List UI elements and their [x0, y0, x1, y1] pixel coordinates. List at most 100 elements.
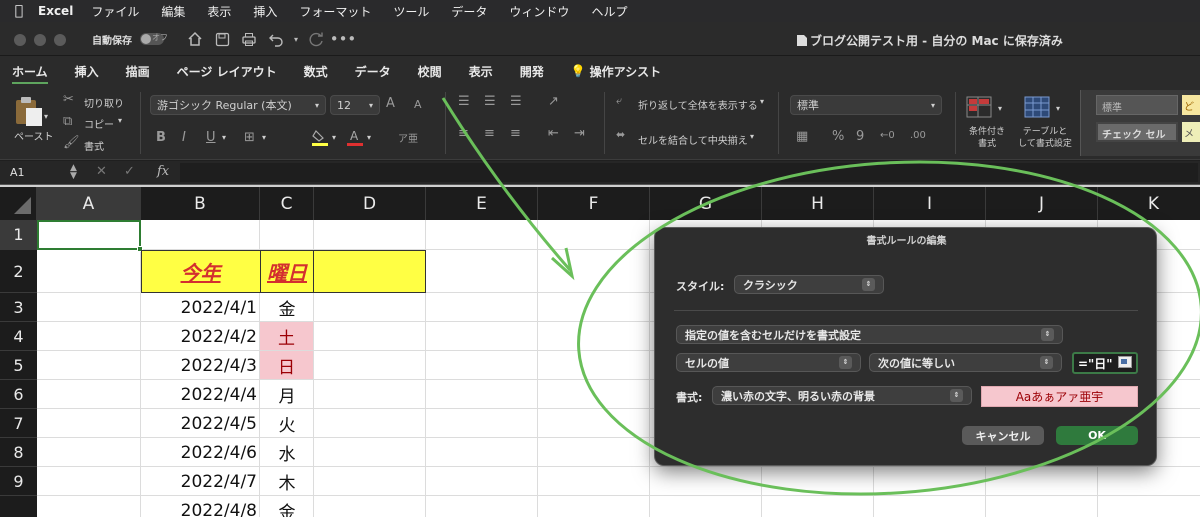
- date-cell[interactable]: 2022/4/7: [141, 467, 257, 496]
- column-header-d[interactable]: D: [314, 187, 426, 220]
- wrap-text-label[interactable]: 折り返して全体を表示する: [638, 97, 758, 112]
- format-as-table-label[interactable]: テーブルと して書式設定: [1014, 126, 1076, 150]
- range-picker-icon[interactable]: [1118, 355, 1132, 371]
- condition-operator-select[interactable]: 次の値に等しい ⇕: [869, 353, 1062, 372]
- minimize-window-button[interactable]: [34, 34, 46, 46]
- row-header-9[interactable]: 9: [0, 467, 37, 496]
- name-box-stepper-icon[interactable]: ▲ ▼: [70, 164, 77, 181]
- row-header-7[interactable]: 7: [0, 409, 37, 438]
- row-header-10[interactable]: [0, 496, 37, 517]
- increase-font-icon[interactable]: A: [386, 96, 395, 111]
- fill-color-chevron-icon[interactable]: ▾: [332, 133, 336, 142]
- enter-formula-icon[interactable]: ✓: [124, 164, 135, 179]
- apple-menu-icon[interactable]: : [0, 3, 38, 19]
- decrease-decimal-icon[interactable]: .00: [910, 130, 926, 141]
- tab-developer[interactable]: 開発: [508, 56, 559, 86]
- tab-page-layout[interactable]: ページ レイアウト: [165, 56, 292, 86]
- zoom-window-button[interactable]: [54, 34, 66, 46]
- conditional-format-chevron-icon[interactable]: ▾: [998, 104, 1002, 113]
- save-icon[interactable]: [211, 28, 233, 50]
- cut-label[interactable]: 切り取り: [84, 95, 124, 110]
- row-header-6[interactable]: 6: [0, 380, 37, 409]
- menu-format[interactable]: フォーマット: [299, 3, 371, 20]
- row-header-8[interactable]: 8: [0, 438, 37, 467]
- menu-data[interactable]: データ: [451, 3, 487, 20]
- tab-formulas[interactable]: 数式: [292, 56, 343, 86]
- column-header-e[interactable]: E: [426, 187, 538, 220]
- style-select[interactable]: クラシック ⇕: [734, 275, 884, 294]
- column-header-j[interactable]: J: [986, 187, 1098, 220]
- tab-data[interactable]: データ: [343, 56, 406, 86]
- decrease-font-icon[interactable]: A: [414, 98, 422, 111]
- day-cell-highlighted[interactable]: 土: [260, 322, 313, 350]
- wrap-text-chevron-icon[interactable]: ▾: [760, 97, 764, 106]
- tab-view[interactable]: 表示: [457, 56, 508, 86]
- date-cell[interactable]: 2022/4/3: [141, 351, 257, 380]
- format-painter-icon[interactable]: 🖌: [63, 135, 80, 150]
- undo-menu-chevron-icon[interactable]: ▾: [285, 28, 307, 50]
- row-header-4[interactable]: 4: [0, 322, 37, 351]
- column-header-b[interactable]: B: [141, 187, 260, 220]
- font-size-select[interactable]: 12 ▾: [330, 95, 380, 115]
- italic-icon[interactable]: I: [182, 130, 186, 145]
- copy-icon[interactable]: ⧉: [63, 114, 72, 129]
- day-cell[interactable]: 水: [260, 438, 314, 466]
- menu-window[interactable]: ウィンドウ: [509, 3, 569, 20]
- tab-review[interactable]: 校閲: [406, 56, 457, 86]
- align-bottom-icon[interactable]: ☰: [510, 94, 522, 109]
- underline-chevron-icon[interactable]: ▾: [222, 133, 226, 142]
- app-menu[interactable]: Excel: [38, 4, 73, 18]
- cancel-button[interactable]: キャンセル: [962, 426, 1044, 445]
- paste-label[interactable]: ペースト: [14, 128, 54, 143]
- font-color-icon[interactable]: A: [346, 128, 364, 146]
- format-select[interactable]: 濃い赤の文字、明るい赤の背景 ⇕: [712, 386, 972, 405]
- format-painter-label[interactable]: 書式: [84, 138, 104, 153]
- day-cell[interactable]: 金: [260, 293, 314, 321]
- wrap-text-icon[interactable]: ⤶: [616, 94, 622, 108]
- column-header-a[interactable]: A: [37, 187, 141, 220]
- insert-function-icon[interactable]: fx: [157, 164, 169, 179]
- phonetic-icon[interactable]: ア亜: [398, 130, 418, 145]
- redo-icon[interactable]: [305, 28, 327, 50]
- merge-center-chevron-icon[interactable]: ▾: [750, 132, 754, 141]
- home-icon[interactable]: [184, 28, 206, 50]
- menu-file[interactable]: ファイル: [91, 3, 139, 20]
- menu-insert[interactable]: 挿入: [253, 3, 277, 20]
- day-cell[interactable]: 月: [260, 380, 314, 408]
- fill-color-icon[interactable]: [311, 128, 329, 146]
- rule-type-select[interactable]: 指定の値を含むセルだけを書式設定 ⇕: [676, 325, 1063, 344]
- row-header-2[interactable]: 2: [0, 250, 37, 293]
- ok-button[interactable]: OK: [1056, 426, 1138, 445]
- style-normal[interactable]: 標準: [1096, 95, 1178, 115]
- comma-style-icon[interactable]: 9: [856, 129, 864, 144]
- tab-tell-me[interactable]: 💡 操作アシスト: [559, 56, 676, 86]
- day-cell[interactable]: 火: [260, 409, 314, 437]
- copy-chevron-icon[interactable]: ▾: [118, 116, 122, 125]
- condition-source-select[interactable]: セルの値 ⇕: [676, 353, 861, 372]
- column-header-h[interactable]: H: [762, 187, 874, 220]
- tab-home[interactable]: ホーム: [0, 56, 63, 86]
- row-header-5[interactable]: 5: [0, 351, 37, 380]
- date-cell[interactable]: 2022/4/5: [141, 409, 257, 438]
- tab-draw[interactable]: 描画: [114, 56, 165, 86]
- day-cell[interactable]: 木: [260, 467, 314, 495]
- number-format-select[interactable]: 標準 ▾: [790, 95, 942, 115]
- tab-insert[interactable]: 挿入: [63, 56, 114, 86]
- column-header-f[interactable]: F: [538, 187, 650, 220]
- merge-icon[interactable]: ⬌: [616, 128, 625, 141]
- percent-icon[interactable]: %: [832, 129, 844, 144]
- format-as-table-chevron-icon[interactable]: ▾: [1056, 104, 1060, 113]
- font-name-select[interactable]: 游ゴシック Regular (本文) ▾: [150, 95, 326, 115]
- format-as-table-icon[interactable]: [1024, 96, 1054, 122]
- undo-icon[interactable]: [265, 28, 287, 50]
- formula-input[interactable]: [180, 163, 1198, 182]
- underline-icon[interactable]: U: [206, 130, 216, 145]
- print-icon[interactable]: [238, 28, 260, 50]
- style-check-cell[interactable]: チェック セル: [1096, 122, 1178, 142]
- increase-indent-icon[interactable]: ⇥: [574, 126, 585, 141]
- active-cell-a1[interactable]: [37, 220, 141, 250]
- cell-d2[interactable]: [314, 250, 426, 293]
- date-cell[interactable]: 2022/4/6: [141, 438, 257, 467]
- day-cell-highlighted[interactable]: 日: [260, 351, 313, 379]
- more-icon[interactable]: •••: [330, 28, 357, 50]
